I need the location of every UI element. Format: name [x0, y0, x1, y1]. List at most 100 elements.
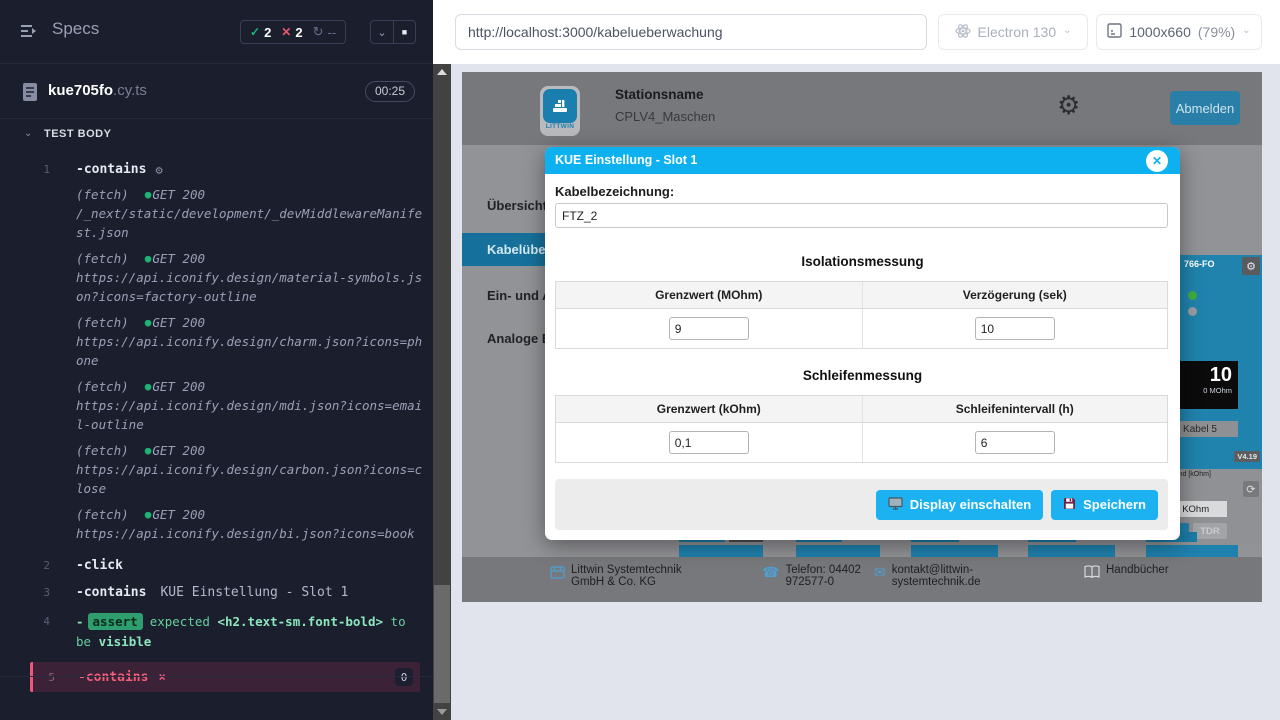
specs-menu-icon[interactable]: [20, 23, 40, 44]
browser-select[interactable]: Electron 130 ⌄: [938, 14, 1088, 50]
success-dot-icon: ●: [145, 444, 152, 457]
reporter-divider: [0, 676, 433, 677]
spec-file-row[interactable]: kue705fo.cy.ts 00:25: [0, 64, 433, 119]
failed-command-row[interactable]: 5 -contains × 0: [30, 662, 420, 692]
spec-file-name: kue705fo.cy.ts: [48, 82, 147, 99]
success-dot-icon: ●: [145, 380, 152, 393]
gear-icon[interactable]: ⚙: [1242, 257, 1260, 275]
stop-run-button[interactable]: ■: [393, 21, 415, 43]
scroll-up-button[interactable]: [433, 64, 451, 80]
modal-footer: Display einschalten Speichern: [555, 479, 1168, 530]
app-header: LITTWIN Stationsname CPLV4_Maschen ⚙ Abm…: [462, 72, 1262, 145]
slot-card-partial: 766-FO ⚙ 10 0 MOhm Kabel 5 V4.19 rsband …: [1180, 255, 1262, 545]
fetch-log[interactable]: (fetch)●GET 200 /_next/static/developmen…: [76, 187, 420, 242]
logo-text: LITTWIN: [540, 123, 580, 130]
test-body-label: TEST BODY: [44, 128, 111, 140]
viewport-zoom: (79%): [1198, 24, 1235, 40]
settings-gear-icon[interactable]: ⚙: [1057, 92, 1080, 118]
scrollbar-thumb[interactable]: [434, 585, 450, 703]
led-gray: [1188, 307, 1197, 316]
restart-icon: ↻: [313, 24, 324, 40]
phone-icon: ☎: [762, 565, 779, 579]
cable-name-input[interactable]: [555, 203, 1168, 228]
screen: Specs ✓ 2 ✕ 2 ↻ -- ⌄ ■: [0, 0, 1280, 720]
specs-label[interactable]: Specs: [52, 19, 99, 39]
factory-icon: [550, 565, 565, 582]
scroll-down-button[interactable]: [433, 704, 451, 720]
test-stats: ✓ 2 ✕ 2 ↻ --: [240, 20, 346, 44]
grenzwert-kohm-input[interactable]: [669, 431, 749, 454]
company-logo: LITTWIN: [540, 86, 580, 136]
column-header: Verzögerung (sek): [862, 282, 1168, 308]
refresh-icon[interactable]: ⟳: [1243, 481, 1259, 497]
logo-icon: [543, 89, 577, 123]
fetch-log[interactable]: (fetch)●GET 200 https://api.iconify.desi…: [76, 315, 420, 370]
success-dot-icon: ●: [145, 188, 152, 201]
command-log: 1 -contains ⚙ (fetch)●GET 200 /_next/sta…: [0, 150, 433, 692]
fetch-log[interactable]: (fetch)●GET 200 https://api.iconify.desi…: [76, 379, 420, 434]
cypress-reporter: Specs ✓ 2 ✕ 2 ↻ -- ⌄ ■: [0, 0, 433, 720]
test-body-toggle[interactable]: ⌄ TEST BODY: [0, 122, 433, 150]
footer-company: Littwin Systemtechnik GmbH & Co. KG: [550, 564, 709, 588]
column-header: Grenzwert (kOhm): [556, 396, 862, 422]
viewport-size: 1000x660: [1129, 24, 1191, 40]
browser-name: Electron 130: [978, 24, 1057, 40]
slot-card-title: 766-FO: [1184, 259, 1215, 269]
footer-manuals[interactable]: Handbücher: [1084, 564, 1169, 581]
stat-passed: ✓ 2: [250, 25, 271, 40]
electron-icon: [955, 23, 971, 42]
cable-name-label: Kabelbezeichnung:: [555, 184, 674, 199]
mail-icon: ✉: [874, 565, 886, 579]
display-on-button[interactable]: Display einschalten: [876, 490, 1043, 520]
close-icon[interactable]: ✕: [1146, 150, 1168, 172]
viewport-select[interactable]: 1000x660 (79%) ⌄: [1096, 14, 1262, 50]
command-row[interactable]: 1 -contains ⚙: [30, 156, 420, 183]
station-info: Stationsname CPLV4_Maschen: [615, 87, 715, 124]
viewport-icon: [1107, 23, 1122, 41]
spec-file-icon: [22, 82, 38, 107]
floppy-disk-icon: [1063, 497, 1076, 513]
station-label: Stationsname: [615, 87, 715, 102]
schleifen-table: Grenzwert (kOhm) Schleifenintervall (h): [555, 395, 1168, 463]
kohm-value: 22 KOhm: [1180, 501, 1227, 517]
check-icon: ✓: [250, 25, 260, 39]
schleifenintervall-input[interactable]: [975, 431, 1055, 454]
footer-email[interactable]: ✉ kontakt@littwin-systemtechnik.de: [874, 564, 984, 588]
url-input[interactable]: [455, 14, 927, 50]
fetch-log[interactable]: (fetch)●GET 200 https://api.iconify.desi…: [76, 251, 420, 306]
app-footer: Littwin Systemtechnik GmbH & Co. KG ☎ Te…: [462, 557, 1262, 602]
chevron-down-icon: ⌄: [377, 26, 386, 39]
book-icon: [1084, 565, 1100, 581]
firmware-version: V4.19: [1234, 451, 1260, 462]
cross-icon: ✕: [281, 25, 291, 39]
isolation-heading: Isolationsmessung: [545, 254, 1180, 269]
grenzwert-mohm-input[interactable]: [669, 317, 749, 340]
assert-row[interactable]: 4 -assertexpected <h2.text-sm.font-bold>…: [30, 612, 420, 652]
collapse-button[interactable]: ⌄: [371, 21, 393, 43]
column-header: Schleifenintervall (h): [862, 396, 1168, 422]
kue-settings-modal: KUE Einstellung - Slot 1 ✕ Kabelbezeichn…: [545, 147, 1180, 540]
assert-badge: assert: [88, 613, 143, 630]
fetch-log[interactable]: (fetch)●GET 200 https://api.iconify.desi…: [76, 507, 420, 543]
verzoegerung-input[interactable]: [975, 317, 1055, 340]
gear-icon: ⚙: [155, 163, 162, 177]
reporter-header: Specs ✓ 2 ✕ 2 ↻ -- ⌄ ■: [0, 0, 433, 64]
stat-failed: ✕ 2: [281, 25, 302, 40]
schleifen-heading: Schleifenmessung: [545, 368, 1180, 383]
status-leds: [1188, 291, 1197, 323]
retry-count-badge: 0: [395, 668, 413, 686]
logout-button[interactable]: Abmelden: [1170, 91, 1240, 125]
chevron-down-icon: ⌄: [1242, 25, 1250, 36]
chevron-down-icon: ⌄: [1063, 25, 1071, 36]
isolation-table: Grenzwert (MOhm) Verzögerung (sek): [555, 281, 1168, 349]
column-header: Grenzwert (MOhm): [556, 282, 862, 308]
measurement-display: 10 0 MOhm: [1180, 361, 1238, 409]
save-button[interactable]: Speichern: [1051, 490, 1158, 520]
modal-title: KUE Einstellung - Slot 1: [555, 147, 697, 174]
app-preview: LITTWIN Stationsname CPLV4_Maschen ⚙ Abm…: [462, 72, 1262, 602]
fail-x-icon: ×: [158, 670, 165, 684]
command-row[interactable]: 2 -click: [30, 552, 420, 579]
fetch-log[interactable]: (fetch)●GET 200 https://api.iconify.desi…: [76, 443, 420, 498]
station-name: CPLV4_Maschen: [615, 109, 715, 124]
command-row[interactable]: 3 -contains KUE Einstellung - Slot 1: [30, 579, 420, 606]
